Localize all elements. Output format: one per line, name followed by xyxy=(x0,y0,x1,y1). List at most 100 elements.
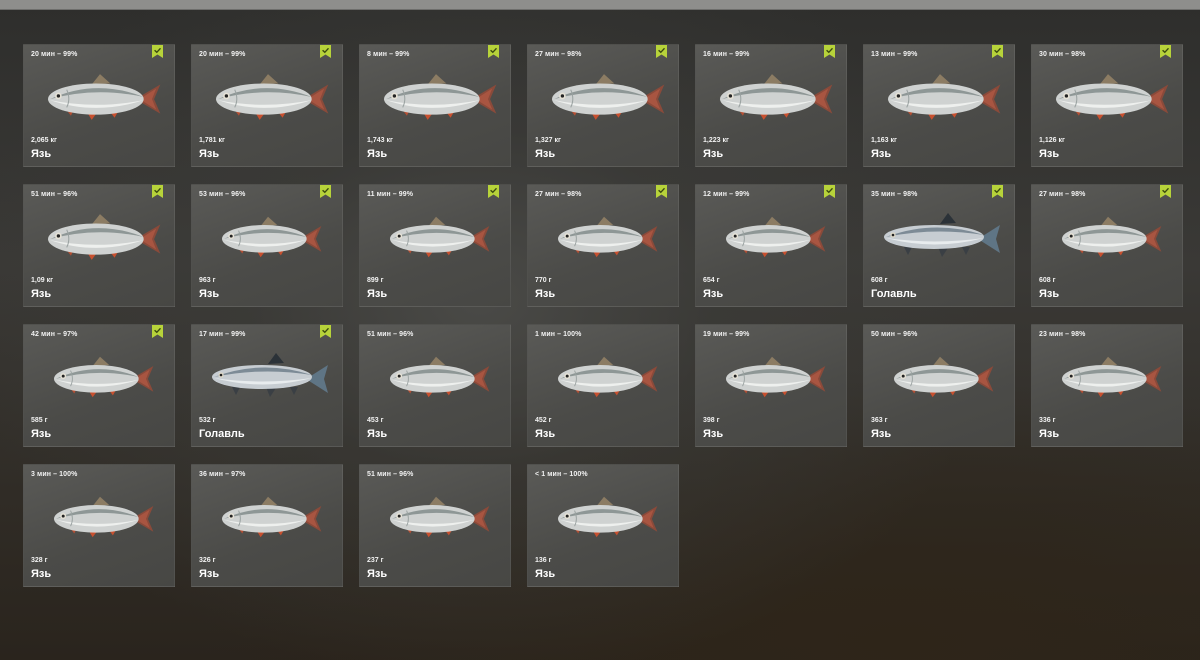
catch-card[interactable]: 13 мин – 99% 1,163 кг Язь xyxy=(863,44,1015,167)
ide-icon xyxy=(38,209,162,265)
catch-time-quality: 20 мин – 99% xyxy=(199,51,246,58)
ide-icon xyxy=(1046,209,1170,265)
catch-weight: 1,126 кг xyxy=(1039,137,1065,144)
catch-weight: 608 г xyxy=(1039,277,1056,284)
fish-species-name: Язь xyxy=(31,148,52,160)
fish-species-name: Язь xyxy=(1039,288,1060,300)
catch-card[interactable]: 11 мин – 99% 899 г Язь xyxy=(359,184,511,307)
catch-weight: 654 г xyxy=(703,277,720,284)
catch-card[interactable]: 17 мин – 99% 532 г Голавль xyxy=(191,324,343,447)
catch-weight: 770 г xyxy=(535,277,552,284)
catch-card[interactable]: 42 мин – 97% 585 г Язь xyxy=(23,324,175,447)
catch-card[interactable]: 50 мин – 96% 363 г Язь xyxy=(863,324,1015,447)
catch-time-quality: 53 мин – 96% xyxy=(199,191,246,198)
fish-species-name: Голавль xyxy=(199,428,245,440)
catch-card[interactable]: 51 мин – 96% 453 г Язь xyxy=(359,324,511,447)
catch-card[interactable]: 8 мин – 99% 1,743 кг Язь xyxy=(359,44,511,167)
fish-species-name: Язь xyxy=(367,148,388,160)
catch-weight: 1,781 кг xyxy=(199,137,225,144)
catch-weight: 237 г xyxy=(367,557,384,564)
chub-icon xyxy=(206,349,330,405)
catch-weight: 899 г xyxy=(367,277,384,284)
catch-time-quality: 1 мин – 100% xyxy=(535,331,582,338)
ide-icon xyxy=(710,209,834,265)
catch-card[interactable]: 23 мин – 98% 336 г Язь xyxy=(1031,324,1183,447)
checkmark-bookmark-icon xyxy=(488,185,499,198)
catch-time-quality: 12 мин – 99% xyxy=(703,191,750,198)
catch-time-quality: < 1 мин – 100% xyxy=(535,471,588,478)
catch-time-quality: 36 мин – 97% xyxy=(199,471,246,478)
checkmark-bookmark-icon xyxy=(824,185,835,198)
catch-time-quality: 19 мин – 99% xyxy=(703,331,750,338)
checkmark-bookmark-icon xyxy=(1160,185,1171,198)
catch-time-quality: 3 мин – 100% xyxy=(31,471,78,478)
ide-icon xyxy=(878,69,1002,125)
catch-card[interactable]: 20 мин – 99% 1,781 кг Язь xyxy=(191,44,343,167)
catch-card[interactable]: 12 мин – 99% 654 г Язь xyxy=(695,184,847,307)
catch-card[interactable]: 27 мин – 98% 608 г Язь xyxy=(1031,184,1183,307)
fish-species-name: Язь xyxy=(535,568,556,580)
catch-weight: 532 г xyxy=(199,417,216,424)
catch-card[interactable]: < 1 мин – 100% 136 г Язь xyxy=(527,464,679,587)
checkmark-bookmark-icon xyxy=(992,185,1003,198)
catch-card[interactable]: 35 мин – 98% 608 г Голавль xyxy=(863,184,1015,307)
catch-card[interactable]: 1 мин – 100% 452 г Язь xyxy=(527,324,679,447)
catch-weight: 452 г xyxy=(535,417,552,424)
fish-species-name: Язь xyxy=(367,288,388,300)
ide-icon xyxy=(374,349,498,405)
fish-species-name: Язь xyxy=(31,428,52,440)
catch-weight: 136 г xyxy=(535,557,552,564)
ide-icon xyxy=(206,69,330,125)
ide-icon xyxy=(542,69,666,125)
top-bar xyxy=(0,0,1200,10)
ide-icon xyxy=(206,209,330,265)
catch-card[interactable]: 30 мин – 98% 1,126 кг Язь xyxy=(1031,44,1183,167)
ide-icon xyxy=(206,489,330,545)
chub-icon xyxy=(878,209,1002,265)
checkmark-bookmark-icon xyxy=(992,45,1003,58)
checkmark-bookmark-icon xyxy=(320,185,331,198)
catch-time-quality: 16 мин – 99% xyxy=(703,51,750,58)
catch-time-quality: 35 мин – 98% xyxy=(871,191,918,198)
fish-species-name: Язь xyxy=(367,428,388,440)
catch-weight: 608 г xyxy=(871,277,888,284)
checkmark-bookmark-icon xyxy=(320,45,331,58)
catch-time-quality: 11 мин – 99% xyxy=(367,191,414,198)
fish-species-name: Язь xyxy=(703,288,724,300)
catch-time-quality: 51 мин – 96% xyxy=(367,471,414,478)
catch-weight: 2,065 кг xyxy=(31,137,57,144)
catch-weight: 336 г xyxy=(1039,417,1056,424)
checkmark-bookmark-icon xyxy=(824,45,835,58)
catch-card[interactable]: 3 мин – 100% 328 г Язь xyxy=(23,464,175,587)
catch-time-quality: 20 мин – 99% xyxy=(31,51,78,58)
catch-card[interactable]: 27 мин – 98% 770 г Язь xyxy=(527,184,679,307)
ide-icon xyxy=(542,349,666,405)
ide-icon xyxy=(878,349,1002,405)
checkmark-bookmark-icon xyxy=(152,185,163,198)
ide-icon xyxy=(710,349,834,405)
catch-card[interactable]: 51 мин – 96% 237 г Язь xyxy=(359,464,511,587)
fish-species-name: Язь xyxy=(703,428,724,440)
catch-grid: 20 мин – 99% 2,065 кг Язь 20 мин – 99% 1… xyxy=(23,44,1183,587)
ide-icon xyxy=(1046,349,1170,405)
fish-species-name: Язь xyxy=(535,148,556,160)
catch-card[interactable]: 51 мин – 96% 1,09 кг Язь xyxy=(23,184,175,307)
checkmark-bookmark-icon xyxy=(320,325,331,338)
catch-card[interactable]: 27 мин – 98% 1,327 кг Язь xyxy=(527,44,679,167)
checkmark-bookmark-icon xyxy=(152,45,163,58)
catch-weight: 328 г xyxy=(31,557,48,564)
catch-card[interactable]: 19 мин – 99% 398 г Язь xyxy=(695,324,847,447)
catch-weight: 1,223 кг xyxy=(703,137,729,144)
catch-card[interactable]: 20 мин – 99% 2,065 кг Язь xyxy=(23,44,175,167)
ide-icon xyxy=(1046,69,1170,125)
checkmark-bookmark-icon xyxy=(656,185,667,198)
catch-card[interactable]: 16 мин – 99% 1,223 кг Язь xyxy=(695,44,847,167)
catch-time-quality: 51 мин – 96% xyxy=(367,331,414,338)
catch-card[interactable]: 36 мин – 97% 326 г Язь xyxy=(191,464,343,587)
ide-icon xyxy=(542,209,666,265)
catch-weight: 1,743 кг xyxy=(367,137,393,144)
catch-weight: 1,327 кг xyxy=(535,137,561,144)
ide-icon xyxy=(38,489,162,545)
catch-card[interactable]: 53 мин – 96% 963 г Язь xyxy=(191,184,343,307)
catch-time-quality: 27 мин – 98% xyxy=(535,51,582,58)
